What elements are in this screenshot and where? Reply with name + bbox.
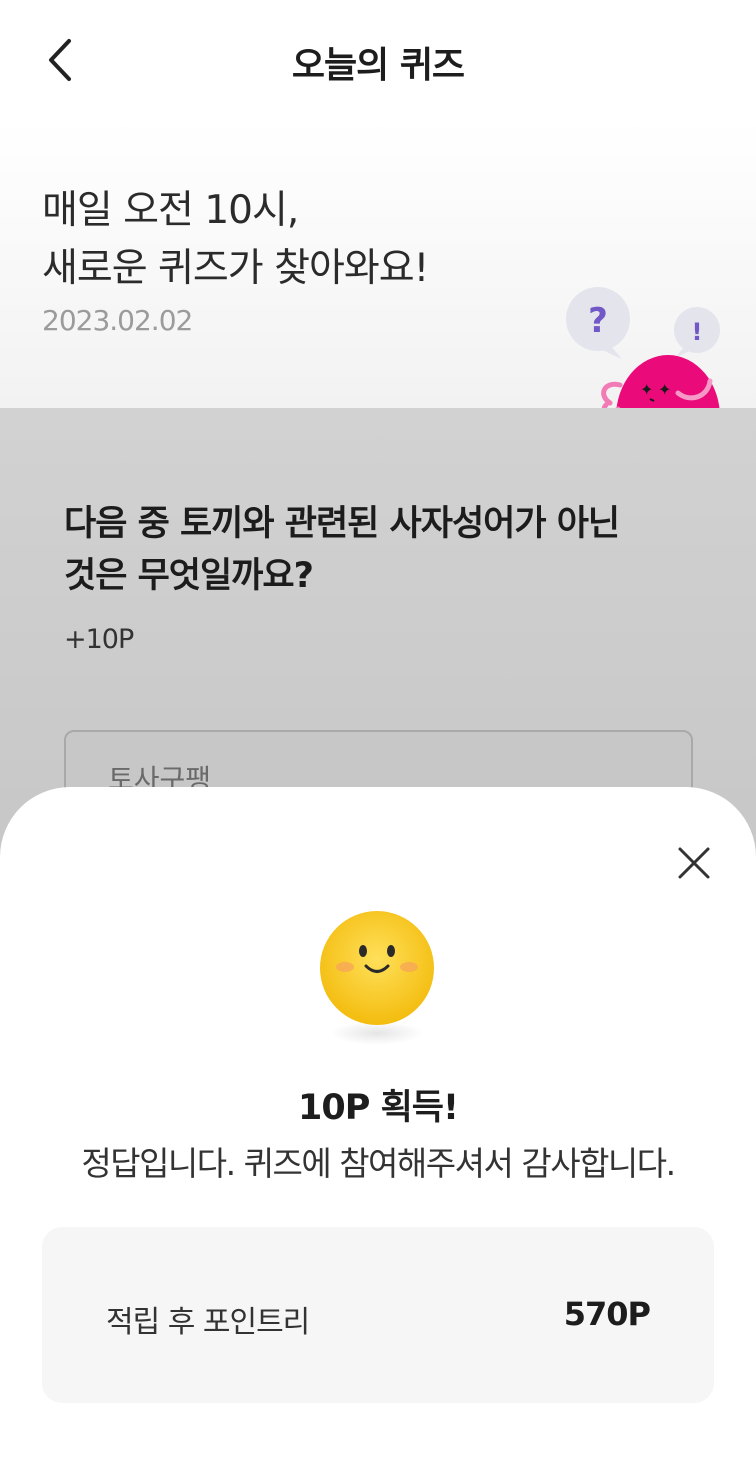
reward-title: 10P 획득! bbox=[298, 1088, 459, 1128]
header-bar: 오늘의 퀴즈 bbox=[0, 0, 756, 120]
mascot-illustration: ? ! ✦ ✦ bbox=[566, 287, 720, 408]
hero-headline: 매일 오전 10시, 새로운 퀴즈가 찾아와요! bbox=[42, 182, 429, 298]
quiz-points: +10P bbox=[64, 624, 134, 655]
close-button[interactable] bbox=[672, 841, 716, 885]
question-mark: ? bbox=[588, 301, 608, 341]
hero-banner: 매일 오전 10시, 새로운 퀴즈가 찾아와요! 2023.02.02 ? ! … bbox=[0, 120, 756, 408]
exclamation-mark: ! bbox=[692, 318, 703, 346]
svg-text:✦: ✦ bbox=[658, 380, 671, 399]
smiley-face-icon bbox=[320, 911, 434, 1025]
quiz-question: 다음 중 토끼와 관련된 사자성어가 아닌 것은 무엇일까요? bbox=[64, 498, 620, 602]
points-label: 적립 후 포인트리 bbox=[106, 1305, 310, 1340]
close-icon bbox=[678, 847, 710, 879]
quiz-date: 2023.02.02 bbox=[42, 304, 193, 337]
hero-headline-line1: 매일 오전 10시, bbox=[42, 188, 299, 233]
reward-message: 정답입니다. 퀴즈에 참여해주셔서 감사합니다. bbox=[81, 1144, 676, 1183]
hero-headline-line2: 새로운 퀴즈가 찾아와요! bbox=[42, 246, 429, 291]
page-title: 오늘의 퀴즈 bbox=[291, 45, 465, 86]
result-bottom-sheet: 10P 획득! 정답입니다. 퀴즈에 참여해주셔서 감사합니다. 적립 후 포인… bbox=[0, 787, 756, 1469]
quiz-question-line1: 다음 중 토끼와 관련된 사자성어가 아닌 bbox=[64, 504, 620, 544]
points-value: 570P bbox=[563, 1295, 651, 1333]
svg-text:✦: ✦ bbox=[640, 380, 653, 399]
points-summary-card: 적립 후 포인트리 570P bbox=[42, 1227, 714, 1403]
quiz-question-line2: 것은 무엇일까요? bbox=[64, 556, 314, 596]
